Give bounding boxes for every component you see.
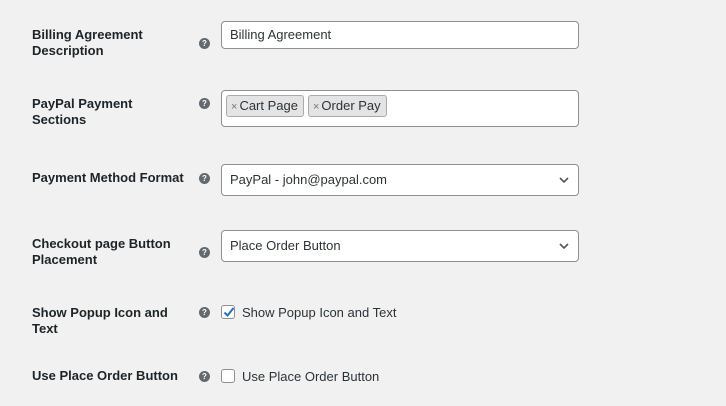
tag-order-pay: × Order Pay — [307, 95, 387, 117]
show-popup-checkbox-label[interactable]: Show Popup Icon and Text — [242, 305, 396, 321]
billing-agreement-label: Billing Agreement Description — [32, 27, 143, 58]
use-place-order-checkbox[interactable] — [221, 369, 235, 383]
question-circle-icon[interactable]: ? — [199, 38, 210, 49]
remove-tag-icon[interactable]: × — [313, 101, 319, 113]
show-popup-label: Show Popup Icon and Text — [32, 305, 168, 336]
selected-value: Place Order Button — [230, 238, 341, 253]
button-placement-select[interactable]: Place Order Button — [221, 230, 579, 262]
button-placement-label: Checkout page Button Placement — [32, 236, 171, 267]
paypal-sections-multiselect[interactable]: × Cart Page × Order Pay — [221, 90, 579, 127]
chevron-down-icon — [559, 243, 569, 250]
question-circle-icon[interactable]: ? — [199, 371, 210, 382]
billing-agreement-input[interactable]: Billing Agreement — [221, 21, 579, 49]
payment-method-format-label: Payment Method Format — [32, 170, 184, 185]
tag-cart-page: × Cart Page — [226, 95, 304, 117]
paypal-sections-label: PayPal Payment Sections — [32, 96, 133, 127]
use-place-order-label: Use Place Order Button — [32, 368, 178, 383]
use-place-order-checkbox-label[interactable]: Use Place Order Button — [242, 369, 379, 385]
show-popup-checkbox[interactable] — [221, 305, 235, 319]
question-circle-icon[interactable]: ? — [199, 98, 210, 109]
selected-value: PayPal - john@paypal.com — [230, 172, 387, 187]
chevron-down-icon — [559, 177, 569, 184]
remove-tag-icon[interactable]: × — [231, 101, 237, 113]
question-circle-icon[interactable]: ? — [199, 173, 210, 184]
payment-method-format-select[interactable]: PayPal - john@paypal.com — [221, 164, 579, 196]
question-circle-icon[interactable]: ? — [199, 307, 210, 318]
checkmark-icon — [223, 307, 235, 317]
question-circle-icon[interactable]: ? — [199, 247, 210, 258]
